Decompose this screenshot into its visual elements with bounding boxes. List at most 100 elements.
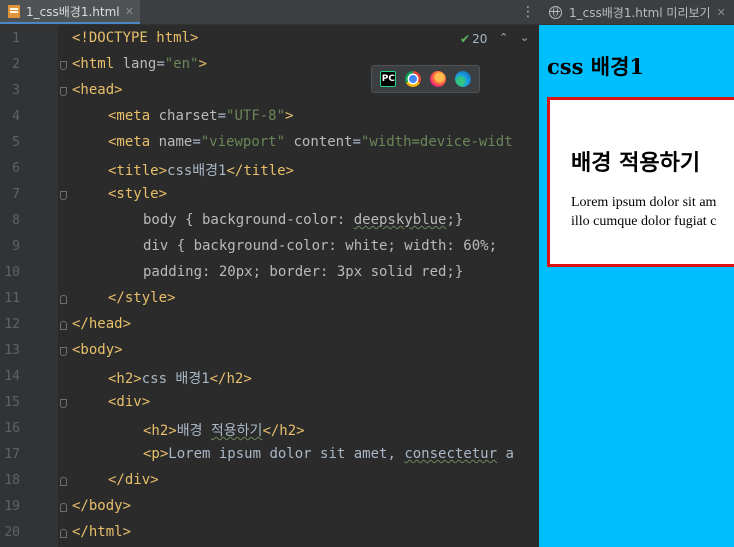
code-token: 적용하기 (210, 423, 263, 439)
code-line: body { background-color: deepskyblue;} (143, 212, 463, 228)
code-token: <div> (108, 394, 151, 410)
line-number: 3 (12, 83, 20, 98)
check-icon: ✔ (460, 32, 471, 46)
code-token: </h2> (209, 371, 252, 387)
code-token: <meta (108, 108, 151, 124)
line-number: 13 (4, 343, 20, 358)
line-number: 15 (4, 395, 20, 410)
inspection-widget[interactable]: ✔ 20 (460, 31, 487, 47)
line-number: 18 (4, 473, 20, 488)
fold-marker-icon[interactable] (60, 191, 67, 200)
html-file-icon (8, 4, 20, 18)
preview-tab-bar[interactable]: 1_css배경1.html 미리보기 ✕ (539, 0, 734, 25)
paragraph-line: illo cumque dolor fugiat c (571, 214, 717, 229)
code-token: </style> (108, 290, 176, 306)
editor-tab-bar: 1_css배경1.html ✕ ⋮ (0, 0, 539, 25)
code-token: <head> (72, 82, 123, 98)
line-number: 5 (12, 135, 20, 150)
code-token: <!DOCTYPE html> (72, 30, 199, 46)
code-editor[interactable]: 1_css배경1.html ✕ ⋮ 1 2 3 4 5 6 7 8 9 10 1… (0, 0, 539, 547)
line-number: 14 (4, 369, 20, 384)
chevron-down-icon[interactable]: ⌄ (520, 31, 529, 44)
page-heading: css 배경1 (547, 54, 644, 79)
editor-file-tab[interactable]: 1_css배경1.html ✕ (0, 0, 140, 24)
code-line: <!DOCTYPE html> (72, 30, 198, 46)
inspection-count: 20 (472, 32, 488, 46)
code-token: div { background-color: white; width: 60… (143, 238, 498, 254)
code-token: </html> (72, 524, 132, 540)
close-icon[interactable]: ✕ (125, 5, 134, 18)
editor-tab-title: 1_css배경1.html (26, 4, 120, 19)
code-token: "width=device-widt (360, 134, 513, 150)
code-token: <title> (108, 163, 168, 179)
line-number: 9 (12, 239, 20, 254)
box-heading: 배경 적용하기 (571, 151, 701, 176)
code-token: a (497, 446, 514, 462)
code-line: </head> (72, 316, 131, 332)
code-token: 배경 (176, 423, 211, 439)
code-token: <html (72, 56, 115, 72)
fold-marker-icon[interactable] (60, 529, 67, 538)
code-token: = (217, 108, 227, 124)
code-token: charset (150, 108, 218, 124)
preview-tab-title: 1_css배경1.html 미리보기 (569, 5, 711, 20)
code-line: <html lang="en"> (72, 56, 207, 72)
fold-marker-icon[interactable] (60, 477, 67, 486)
code-area[interactable] (58, 25, 539, 547)
code-line: </html> (72, 524, 131, 540)
code-line: <meta name="viewport" content="width=dev… (108, 134, 513, 150)
code-line: <style> (108, 186, 167, 202)
code-token: css 배경1 (141, 371, 210, 387)
code-token: <body> (72, 342, 123, 358)
code-token: lang (114, 56, 157, 72)
chevron-up-icon[interactable]: ⌃ (499, 31, 508, 44)
code-token: body { background-color: (143, 212, 354, 228)
code-line: div { background-color: white; width: 60… (143, 238, 497, 254)
fold-marker-icon[interactable] (60, 399, 67, 408)
code-line: </style> (108, 290, 175, 306)
line-number: 12 (4, 317, 20, 332)
code-token: </h2> (262, 423, 305, 439)
line-number: 8 (12, 213, 20, 228)
chrome-icon[interactable] (405, 71, 422, 87)
fold-marker-icon[interactable] (60, 87, 67, 96)
line-number: 7 (12, 187, 20, 202)
code-token: Lorem ipsum dolor sit amet, (168, 446, 405, 462)
code-token: <meta (108, 134, 151, 150)
code-line: </body> (72, 498, 131, 514)
close-icon[interactable]: ✕ (717, 6, 726, 19)
more-options-icon[interactable]: ⋮ (521, 3, 535, 21)
code-token: deepskyblue (353, 212, 447, 228)
preview-pane: 1_css배경1.html 미리보기 ✕ css 배경1 배경 적용하기 Lor… (539, 0, 734, 547)
code-line: <h2>배경 적용하기</h2> (143, 420, 305, 440)
line-number: 20 (4, 525, 20, 540)
pycharm-icon[interactable]: PC (380, 71, 397, 87)
code-line: <head> (72, 82, 123, 98)
firefox-icon[interactable] (429, 71, 446, 87)
code-token: <h2> (143, 423, 177, 439)
code-line: </div> (108, 472, 159, 488)
line-number: 10 (4, 265, 20, 280)
paragraph-line: Lorem ipsum dolor sit am (571, 195, 717, 210)
code-line: <h2>css 배경1</h2> (108, 368, 252, 388)
code-token: content (285, 134, 353, 150)
line-number-gutter (0, 25, 58, 547)
code-line: <title>css배경1</title> (108, 160, 294, 180)
fold-marker-icon[interactable] (60, 347, 67, 356)
code-token: ;} (446, 212, 464, 228)
content-box: 배경 적용하기 Lorem ipsum dolor sit am illo cu… (547, 97, 734, 267)
code-token: </title> (226, 163, 294, 179)
code-token: <h2> (108, 371, 142, 387)
line-number: 19 (4, 499, 20, 514)
fold-marker-icon[interactable] (60, 295, 67, 304)
code-token: "viewport" (200, 134, 286, 150)
fold-marker-icon[interactable] (60, 61, 67, 70)
code-token: = (156, 56, 165, 72)
code-token: = (352, 134, 361, 150)
open-in-browser-toolbar: PC (371, 65, 480, 93)
code-token: css배경1 (167, 163, 227, 179)
fold-marker-icon[interactable] (60, 321, 67, 330)
edge-icon[interactable] (454, 71, 471, 87)
code-token: name (150, 134, 193, 150)
fold-marker-icon[interactable] (60, 503, 67, 512)
